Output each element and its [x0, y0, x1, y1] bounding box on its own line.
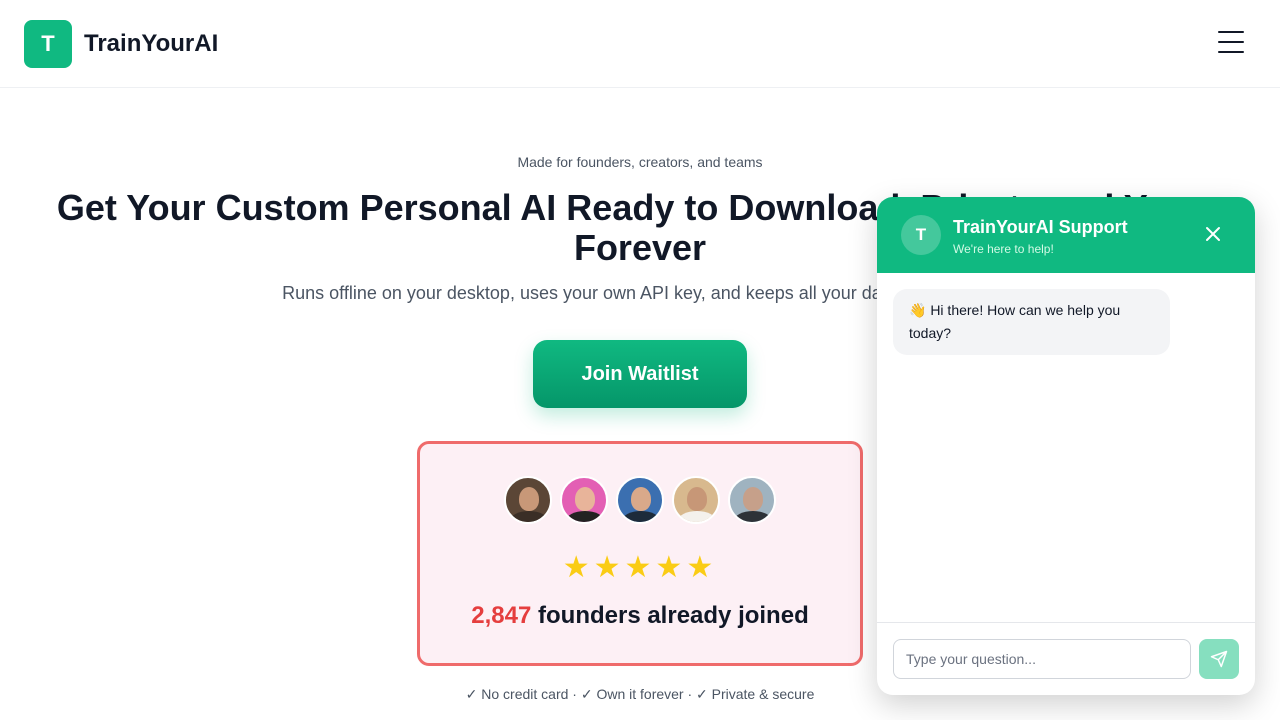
avatar	[560, 476, 608, 524]
avatar-face	[575, 487, 595, 511]
chat-greeting-message: 👋 Hi there! How can we help you today?	[893, 289, 1170, 355]
menu-bar	[1218, 31, 1244, 33]
logo-icon[interactable]: T	[24, 19, 72, 68]
joined-label: founders already joined	[538, 602, 809, 629]
avatar-face	[687, 487, 707, 511]
avatar-face	[743, 487, 763, 511]
avatar	[504, 476, 552, 524]
support-chat-widget: T TrainYourAI Support We're here to help…	[877, 197, 1255, 695]
avatar-body	[566, 511, 604, 522]
avatar-body	[510, 511, 548, 522]
send-icon-glyph	[1210, 650, 1228, 668]
menu-bar	[1218, 41, 1244, 43]
social-proof-card: ★★★★★ 2,847 founders already joined	[417, 441, 863, 666]
avatar-face	[631, 487, 651, 511]
avatar-body	[678, 511, 716, 522]
send-icon[interactable]	[1199, 639, 1239, 679]
avatar-face	[519, 487, 539, 511]
close-icon[interactable]	[1201, 223, 1225, 247]
chat-subtitle: We're here to help!	[953, 242, 1054, 256]
joined-count-text: 2,847 founders already joined	[420, 602, 860, 630]
avatar-body	[734, 511, 772, 522]
chat-title: TrainYourAI Support	[953, 217, 1128, 237]
chat-question-input[interactable]	[893, 639, 1191, 679]
chat-header: T TrainYourAI Support We're here to help…	[877, 197, 1255, 273]
avatar-group	[420, 476, 860, 524]
avatar	[672, 476, 720, 524]
menu-bar	[1218, 51, 1244, 53]
joined-count: 2,847	[471, 602, 532, 629]
avatar	[616, 476, 664, 524]
avatar	[728, 476, 776, 524]
avatar-body	[622, 511, 660, 522]
rating-stars: ★★★★★	[562, 551, 718, 584]
chat-footer	[877, 622, 1255, 695]
join-waitlist-button[interactable]: Join Waitlist	[533, 340, 747, 408]
top-navigation: T TrainYourAI	[0, 0, 1280, 88]
hamburger-icon[interactable]	[1218, 31, 1244, 53]
close-icon-glyph	[1206, 227, 1220, 241]
brand-name[interactable]: TrainYourAI	[84, 30, 218, 58]
chat-avatar: T	[901, 215, 941, 255]
hero-tagline: Made for founders, creators, and teams	[517, 154, 763, 170]
